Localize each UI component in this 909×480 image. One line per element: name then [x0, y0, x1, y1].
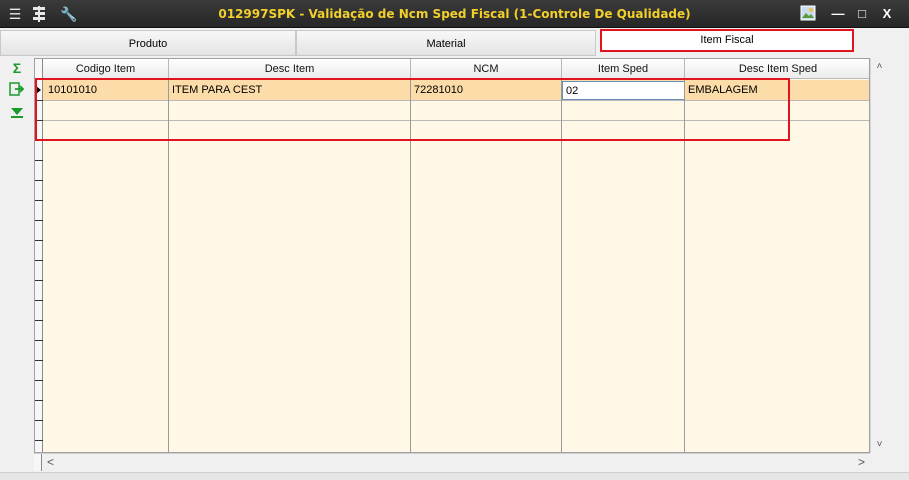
- column-header-desc-item-sped[interactable]: Desc Item Sped: [685, 59, 869, 79]
- row-indicator-tick: [35, 300, 43, 301]
- row-indicator-tick: [35, 240, 43, 241]
- left-toolbar: Σ: [0, 58, 34, 478]
- row-indicator-tick: [35, 400, 43, 401]
- scrollbar-indicator-cell: [34, 454, 42, 471]
- minimize-button[interactable]: —: [828, 5, 848, 23]
- tab-bar: Produto Material Item Fiscal: [0, 29, 909, 56]
- row-indicator-tick: [35, 260, 43, 261]
- close-button[interactable]: X: [877, 5, 897, 23]
- highlight-box-row: [35, 78, 790, 141]
- picture-icon[interactable]: [798, 5, 818, 23]
- tab-item-fiscal[interactable]: Item Fiscal: [600, 29, 854, 52]
- title-bar: ☰ 🔧 012997SPK - Validação de Ncm Sped Fi…: [0, 0, 909, 28]
- column-header-codigo-item[interactable]: Codigo Item: [43, 59, 169, 79]
- row-indicator-tick: [35, 220, 43, 221]
- export-icon[interactable]: [9, 82, 25, 98]
- row-indicator-tick: [35, 440, 43, 441]
- scrollbar-corner: [870, 453, 887, 470]
- tree-icon[interactable]: [30, 6, 48, 22]
- status-strip: [0, 472, 909, 480]
- maximize-button[interactable]: □: [852, 5, 872, 23]
- row-indicator-tick: [35, 360, 43, 361]
- row-indicator-tick: [35, 280, 43, 281]
- scroll-right-icon[interactable]: >: [853, 454, 870, 471]
- vertical-scrollbar[interactable]: ˄ ˅: [870, 58, 887, 453]
- row-indicator-tick: [35, 180, 43, 181]
- row-indicator-tick: [35, 160, 43, 161]
- horizontal-scrollbar[interactable]: < >: [34, 453, 870, 471]
- column-header-desc-item[interactable]: Desc Item: [169, 59, 411, 79]
- scroll-down-icon[interactable]: ˅: [871, 436, 888, 453]
- window-title: 012997SPK - Validação de Ncm Sped Fiscal…: [218, 7, 691, 21]
- scroll-bottom-icon[interactable]: [9, 104, 25, 120]
- row-indicator-tick: [35, 420, 43, 421]
- row-indicator-tick: [35, 340, 43, 341]
- scroll-up-icon[interactable]: ˄: [871, 58, 888, 75]
- column-header-ncm[interactable]: NCM: [411, 59, 562, 79]
- tab-material[interactable]: Material: [296, 30, 596, 56]
- row-indicator-tick: [35, 320, 43, 321]
- tab-produto[interactable]: Produto: [0, 30, 296, 56]
- sum-icon[interactable]: Σ: [9, 60, 25, 76]
- menu-icon[interactable]: ☰: [6, 6, 24, 22]
- wrench-icon[interactable]: 🔧: [60, 6, 78, 22]
- column-header-item-sped[interactable]: Item Sped: [562, 59, 685, 79]
- row-indicator-tick: [35, 200, 43, 201]
- row-indicator-tick: [35, 380, 43, 381]
- scroll-left-icon[interactable]: <: [42, 454, 59, 471]
